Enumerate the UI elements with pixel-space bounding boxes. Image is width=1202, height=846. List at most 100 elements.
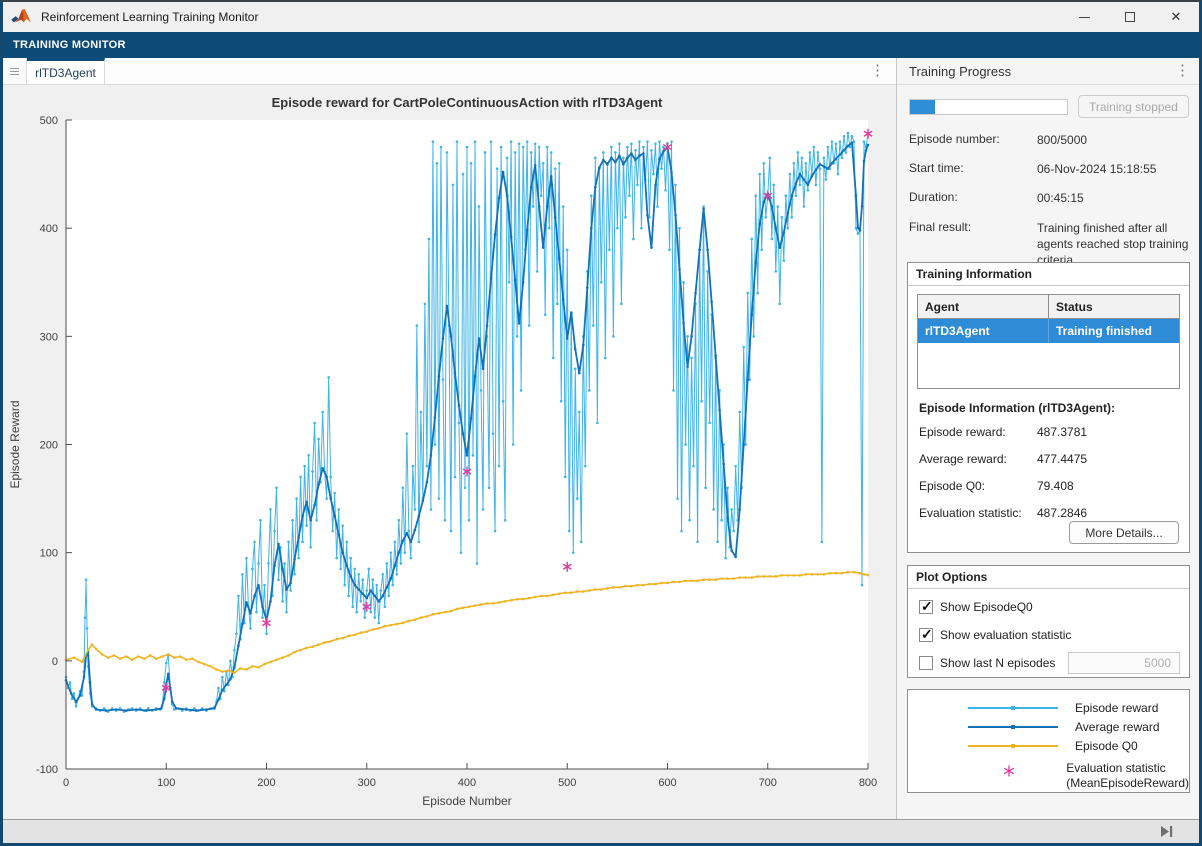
svg-text:0: 0 [63,777,69,789]
evaluation-statistic-row: Evaluation statistic: 487.2846 [919,506,1180,520]
training-figure: 0100200300400500600700800-10001002003004… [3,85,896,819]
training-information-section: Training Information Agent Status rlTD3A… [907,262,1190,553]
reward-chart: 0100200300400500600700800-10001002003004… [3,85,897,823]
duration-row: Duration: 00:45:15 [909,190,1189,206]
document-pane: rlTD3Agent 0 100 200 300 400 500 600 700 800 -100… [3,58,897,819]
training-progress-panel: Training Progress Training stopped Episo… [897,58,1199,819]
legend-label: Average reward [1075,720,1160,734]
training-progress-bar [909,99,1068,115]
episode-reward-row: Episode reward: 487.3781 [919,425,1180,439]
document-tab-bar: rlTD3Agent [3,58,896,85]
panel-title: Training Progress [909,64,1011,79]
episode-q0-label: Episode Q0: [919,479,1037,493]
svg-text:100: 100 [157,777,175,789]
episode-q0-line-swatch [968,745,1058,747]
show-evaluation-statistic-checkbox[interactable] [919,628,933,642]
episode-number-value: 800/5000 [1037,132,1189,148]
svg-text:-100: -100 [36,764,58,776]
legend-label: Episode Q0 [1075,739,1138,753]
legend-label: Episode reward [1075,701,1158,715]
svg-text:Episode Reward: Episode Reward [8,400,22,488]
evaluation-statistic-value: 487.2846 [1037,506,1180,520]
start-time-label: Start time: [909,161,1037,177]
app-window: Reinforcement Learning Training Monitor … [0,0,1202,846]
tab-grip-icon[interactable] [3,58,27,84]
svg-text:500: 500 [558,777,576,789]
episode-q0-value: 79.408 [1037,479,1180,493]
evaluation-statistic-star-icon [963,761,1054,777]
tab-rltd3agent[interactable]: rlTD3Agent [27,58,105,84]
svg-text:200: 200 [257,777,275,789]
agent-cell: rlTD3Agent [918,319,1049,343]
training-stopped-button[interactable]: Training stopped [1078,95,1189,118]
svg-text:800: 800 [859,777,877,789]
legend-label: Evaluation statistic (MeanEpisodeReward) [1066,761,1189,791]
show-last-n-episodes-option: Show last N episodes [908,645,1189,673]
minimize-icon [1079,17,1090,18]
final-result-row: Final result: Training finished after al… [909,220,1189,269]
episode-number-row: Episode number: 800/5000 [909,132,1189,148]
episode-number-label: Episode number: [909,132,1037,148]
more-details-button[interactable]: More Details... [1069,521,1179,544]
episode-q0-row: Episode Q0: 79.408 [919,479,1180,493]
svg-text:700: 700 [759,777,777,789]
svg-text:300: 300 [358,777,376,789]
legend-item-average-reward: Average reward [908,717,1189,736]
show-episodeq0-label: Show EpisodeQ0 [940,600,1033,614]
svg-text:0: 0 [52,656,58,668]
agent-column-header[interactable]: Agent [918,295,1049,318]
show-episodeq0-checkbox[interactable] [919,600,933,614]
table-header-row: Agent Status [918,295,1179,319]
average-reward-value: 477.4475 [1037,452,1180,466]
show-evaluation-statistic-label: Show evaluation statistic [940,628,1071,642]
close-icon [1171,9,1182,25]
duration-value: 00:45:15 [1037,190,1189,206]
show-episodeq0-option: Show EpisodeQ0 [908,589,1189,617]
matlab-logo-icon [11,8,33,26]
episode-information-title: Episode Information (rlTD3Agent): [908,389,1189,415]
average-reward-row: Average reward: 477.4475 [919,452,1180,466]
plot-options-section: Plot Options Show EpisodeQ0 Show evaluat… [907,565,1190,678]
ribbon-tab-training-monitor[interactable]: TRAINING MONITOR [3,39,136,51]
expand-panel-icon[interactable] [1159,825,1175,838]
svg-text:200: 200 [40,440,58,452]
svg-text:Episode reward for CartPoleCon: Episode reward for CartPoleContinuousAct… [272,95,663,110]
status-cell: Training finished [1049,319,1179,343]
episode-reward-value: 487.3781 [1037,425,1180,439]
document-actions-kebab-icon[interactable] [870,63,884,79]
average-reward-label: Average reward: [919,452,1037,466]
training-information-title: Training Information [908,263,1189,286]
svg-text:Episode Number: Episode Number [422,794,511,808]
progress-fill [910,100,935,114]
duration-label: Duration: [909,190,1037,206]
show-evaluation-statistic-option: Show evaluation statistic [908,617,1189,645]
plot-options-title: Plot Options [908,566,1189,589]
maximize-icon [1125,12,1135,22]
final-result-label: Final result: [909,220,1037,269]
maximize-button[interactable] [1107,2,1153,32]
svg-text:600: 600 [658,777,676,789]
minimize-button[interactable] [1061,2,1107,32]
table-row-rltd3agent[interactable]: rlTD3Agent Training finished [918,319,1179,343]
legend-item-episode-q0: Episode Q0 [908,736,1189,755]
svg-text:400: 400 [458,777,476,789]
svg-text:100: 100 [40,548,58,560]
start-time-value: 06-Nov-2024 15:18:55 [1037,161,1189,177]
status-column-header[interactable]: Status [1049,295,1179,318]
title-bar: Reinforcement Learning Training Monitor [3,2,1199,32]
show-last-n-episodes-checkbox[interactable] [919,656,933,670]
svg-text:500: 500 [40,115,58,127]
last-n-episodes-input[interactable] [1068,652,1180,674]
episode-reward-line-swatch [968,707,1058,709]
show-last-n-episodes-label: Show last N episodes [940,656,1055,670]
legend-item-episode-reward: Episode reward [908,698,1189,717]
status-strip [3,819,1199,843]
average-reward-line-swatch [968,726,1058,728]
tab-label: rlTD3Agent [35,66,96,80]
toolstrip-ribbon: TRAINING MONITOR [3,32,1199,58]
start-time-row: Start time: 06-Nov-2024 15:18:55 [909,161,1189,177]
svg-text:400: 400 [40,223,58,235]
episode-reward-label: Episode reward: [919,425,1037,439]
panel-actions-kebab-icon[interactable] [1175,63,1189,79]
close-button[interactable] [1153,2,1199,32]
